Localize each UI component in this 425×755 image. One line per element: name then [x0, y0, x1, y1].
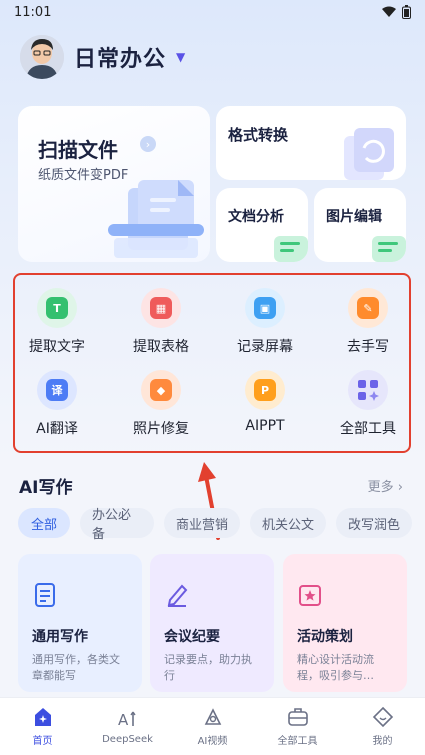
image-edit-icon — [372, 236, 406, 262]
scan-file-title: 扫描文件 — [38, 138, 118, 162]
nav-home[interactable]: 首页 — [0, 698, 85, 755]
doc-analysis-card[interactable]: 文档分析 — [216, 188, 308, 262]
chevron-right-icon: › — [140, 136, 156, 152]
writing-card-desc: 精心设计活动流程，吸引参与… — [297, 653, 374, 682]
writing-card-general[interactable]: 通用写作 通用写作，各类文章都能写 — [18, 554, 142, 692]
chip-official-docs[interactable]: 机关公文 — [250, 508, 326, 538]
ai-text-icon: A — [118, 711, 136, 729]
status-icons — [382, 5, 411, 19]
writing-card-title: 通用写作 — [32, 629, 88, 645]
format-convert-title: 格式转换 — [228, 126, 289, 144]
chip-office[interactable]: 办公必备 — [80, 508, 154, 542]
image-edit-title: 图片编辑 — [326, 209, 382, 225]
chip-all[interactable]: 全部 — [18, 508, 70, 538]
doc-analysis-icon — [274, 236, 308, 262]
status-time: 11:01 — [14, 4, 52, 20]
scan-file-card[interactable]: 扫描文件 › 纸质文件变PDF — [18, 106, 210, 262]
document-icon — [35, 583, 55, 607]
writing-card-title: 会议纪要 — [164, 629, 220, 645]
status-bar: 11:01 — [0, 0, 425, 24]
profile-name: 日常办公 — [74, 47, 167, 72]
nav-all-tools[interactable]: 全部工具 — [255, 698, 340, 755]
svg-text:A: A — [118, 711, 129, 729]
writing-card-desc: 记录要点，助力执行 — [164, 653, 252, 682]
video-icon — [204, 708, 221, 725]
nav-mine[interactable]: 我的 — [340, 698, 425, 755]
convert-icon — [344, 128, 394, 180]
chip-marketing[interactable]: 商业营销 — [164, 508, 240, 538]
profile-icon — [372, 706, 393, 728]
writing-card-meeting[interactable]: 会议纪要 记录要点，助力执行 — [150, 554, 274, 692]
writing-card-title: 活动策划 — [297, 629, 353, 645]
writing-card-desc: 通用写作，各类文章都能写 — [32, 653, 120, 682]
writing-card-event[interactable]: 活动策划 精心设计活动流程，吸引参与… — [283, 554, 407, 692]
star-calendar-icon — [299, 585, 321, 606]
highlight-frame — [13, 273, 411, 453]
caret-down-icon: ▼ — [176, 50, 186, 64]
scanner-illustration-icon — [108, 180, 204, 258]
format-convert-card[interactable]: 格式转换 — [216, 106, 406, 180]
wifi-icon — [382, 6, 396, 17]
bottom-nav: 首页 A DeepSeek AI视频 全部工具 我的 — [0, 697, 425, 755]
pen-icon — [167, 584, 188, 607]
nav-deepseek[interactable]: A DeepSeek — [85, 698, 170, 755]
image-edit-card[interactable]: 图片编辑 — [314, 188, 406, 262]
doc-analysis-title: 文档分析 — [228, 209, 284, 225]
nav-label: AI视频 — [197, 736, 228, 747]
toolbox-icon — [287, 708, 308, 726]
chip-rewrite[interactable]: 改写润色 — [336, 508, 412, 538]
home-icon — [34, 708, 51, 726]
nav-label: 我的 — [372, 736, 393, 747]
ai-writing-title: AI写作 — [19, 478, 73, 498]
nav-label: 全部工具 — [277, 736, 318, 747]
more-link[interactable]: 更多 › — [368, 476, 403, 495]
profile-switcher[interactable]: 日常办公 ▼ — [20, 34, 185, 80]
nav-ai-video[interactable]: AI视频 — [170, 698, 255, 755]
avatar — [20, 35, 64, 79]
battery-icon — [402, 5, 411, 19]
nav-label: DeepSeek — [102, 734, 153, 745]
nav-label: 首页 — [32, 736, 53, 747]
